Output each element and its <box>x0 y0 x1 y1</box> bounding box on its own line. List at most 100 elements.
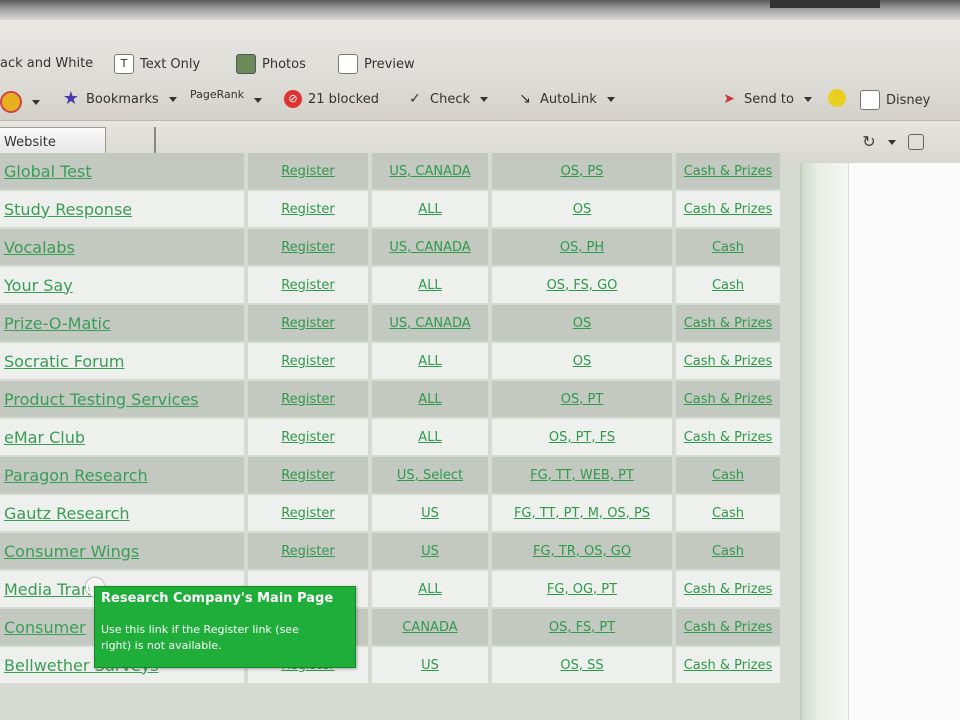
table-cell: OS, PT, FS <box>492 419 672 455</box>
table-row: Product Testing Services Register ALL OS, P… <box>0 381 780 417</box>
company-name-link[interactable]: eMar Club <box>4 428 85 447</box>
survey-type-link[interactable]: OS, PH <box>560 240 604 255</box>
register-link[interactable]: Register <box>281 392 335 407</box>
table-cell: Cash & Prizes <box>676 305 780 341</box>
company-name-link[interactable]: Gautz Research <box>4 504 130 523</box>
page-menu-icon[interactable] <box>908 134 924 150</box>
company-name-link[interactable]: Consumer <box>4 618 86 637</box>
region-link[interactable]: ALL <box>418 392 441 407</box>
table-cell: Register <box>248 153 368 189</box>
reward-link[interactable]: Cash & Prizes <box>684 430 773 445</box>
register-link[interactable]: Register <box>281 240 335 255</box>
table-cell: Register <box>248 229 368 265</box>
autolink-button[interactable]: ↘ AutoLink <box>516 90 615 108</box>
register-link[interactable]: Register <box>281 544 335 559</box>
register-link[interactable]: Register <box>281 506 335 521</box>
black-and-white-button[interactable]: ack and White <box>0 56 93 71</box>
bookmarks-button[interactable]: ★ Bookmarks <box>62 90 177 108</box>
reward-link[interactable]: Cash <box>712 278 744 293</box>
view-toolbar: ack and White T Text Only Photos Preview <box>0 20 960 82</box>
google-logo-icon <box>0 91 22 113</box>
google-menu-button[interactable] <box>0 91 40 113</box>
survey-type-link[interactable]: OS, PT <box>561 392 604 407</box>
spell-check-button[interactable]: ✓ Check <box>406 90 488 108</box>
survey-type-link[interactable]: OS, FS, GO <box>547 278 618 293</box>
table-cell: FG, TT, WEB, PT <box>492 457 672 493</box>
register-link[interactable]: Register <box>281 316 335 331</box>
register-link[interactable]: Register <box>281 278 335 293</box>
reward-link[interactable]: Cash & Prizes <box>684 582 773 597</box>
region-link[interactable]: US <box>421 506 439 521</box>
reward-link[interactable]: Cash <box>712 240 744 255</box>
reward-link[interactable]: Cash & Prizes <box>684 392 773 407</box>
region-link[interactable]: CANADA <box>402 620 457 635</box>
survey-type-link[interactable]: OS, FS, PT <box>549 620 615 635</box>
region-link[interactable]: US, CANADA <box>389 164 470 179</box>
table-cell: US, CANADA <box>372 229 488 265</box>
survey-type-link[interactable]: FG, TR, OS, GO <box>533 544 631 559</box>
survey-type-link[interactable]: OS, PS <box>561 164 604 179</box>
chevron-down-icon <box>606 96 615 102</box>
region-link[interactable]: US, CANADA <box>389 316 470 331</box>
send-to-button[interactable]: ➤ Send to <box>720 90 812 108</box>
tooltip-title: Research Company's Main Page <box>101 591 334 606</box>
register-link[interactable]: Register <box>281 164 335 179</box>
photos-button[interactable]: Photos <box>236 54 306 74</box>
table-cell: Vocalabs <box>0 229 244 265</box>
company-name-link[interactable]: Paragon Research <box>4 466 148 485</box>
register-link[interactable]: Register <box>281 202 335 217</box>
region-link[interactable]: US <box>421 544 439 559</box>
reward-link[interactable]: Cash & Prizes <box>684 316 773 331</box>
check-icon: ✓ <box>409 91 421 107</box>
survey-type-link[interactable]: FG, OG, PT <box>547 582 617 597</box>
pagerank-indicator[interactable]: PageRank <box>190 86 263 103</box>
register-link[interactable]: Register <box>281 468 335 483</box>
register-link[interactable]: Register <box>281 430 335 445</box>
highlight-button[interactable] <box>828 89 846 107</box>
company-name-link[interactable]: Consumer Wings <box>4 542 139 561</box>
region-link[interactable]: US <box>421 658 439 673</box>
survey-type-link[interactable]: OS <box>573 202 591 217</box>
survey-type-link[interactable]: FG, TT, PT, M, OS, PS <box>514 506 650 521</box>
refresh-menu[interactable]: ↻ <box>860 133 924 151</box>
company-name-link[interactable]: Media Tran <box>4 580 91 599</box>
company-name-link[interactable]: Study Response <box>4 200 132 219</box>
reward-link[interactable]: Cash & Prizes <box>684 658 773 673</box>
survey-type-link[interactable]: OS <box>573 354 591 369</box>
company-name-link[interactable]: Your Say <box>4 276 73 295</box>
company-name-link[interactable]: Vocalabs <box>4 238 75 257</box>
popup-blocker-button[interactable]: ⊘ 21 blocked <box>284 90 379 108</box>
preview-button[interactable]: Preview <box>338 54 415 74</box>
register-link[interactable]: Register <box>281 354 335 369</box>
region-link[interactable]: ALL <box>418 582 441 597</box>
reward-link[interactable]: Cash <box>712 506 744 521</box>
region-link[interactable]: US, Select <box>397 468 463 483</box>
table-cell: ALL <box>372 343 488 379</box>
reward-link[interactable]: Cash <box>712 544 744 559</box>
table-cell: Gautz Research <box>0 495 244 531</box>
company-name-link[interactable]: Prize-O-Matic <box>4 314 111 333</box>
survey-type-link[interactable]: OS, SS <box>560 658 603 673</box>
chevron-down-icon <box>32 99 40 105</box>
region-link[interactable]: ALL <box>418 354 441 369</box>
survey-type-link[interactable]: OS, PT, FS <box>549 430 615 445</box>
text-only-button[interactable]: T Text Only <box>114 54 200 74</box>
reward-link[interactable]: Cash & Prizes <box>684 620 773 635</box>
reward-link[interactable]: Cash & Prizes <box>684 164 773 179</box>
region-link[interactable]: ALL <box>418 278 441 293</box>
region-link[interactable]: ALL <box>418 202 441 217</box>
reward-link[interactable]: Cash <box>712 468 744 483</box>
reward-link[interactable]: Cash & Prizes <box>684 202 773 217</box>
survey-type-link[interactable]: FG, TT, WEB, PT <box>530 468 634 483</box>
google-toolbar: ★ Bookmarks PageRank ⊘ 21 blocked ✓ Chec… <box>0 82 960 121</box>
survey-type-link[interactable]: OS <box>573 316 591 331</box>
company-name-link[interactable]: Socratic Forum <box>4 352 124 371</box>
company-name-link[interactable]: Product Testing Services <box>4 390 199 409</box>
window-control-bar[interactable] <box>770 0 880 8</box>
region-link[interactable]: ALL <box>418 430 441 445</box>
company-name-link[interactable]: Global Test <box>4 162 92 181</box>
reward-link[interactable]: Cash & Prizes <box>684 354 773 369</box>
table-cell: Cash <box>676 457 780 493</box>
disney-bookmark[interactable]: Disney <box>860 90 930 110</box>
region-link[interactable]: US, CANADA <box>389 240 470 255</box>
